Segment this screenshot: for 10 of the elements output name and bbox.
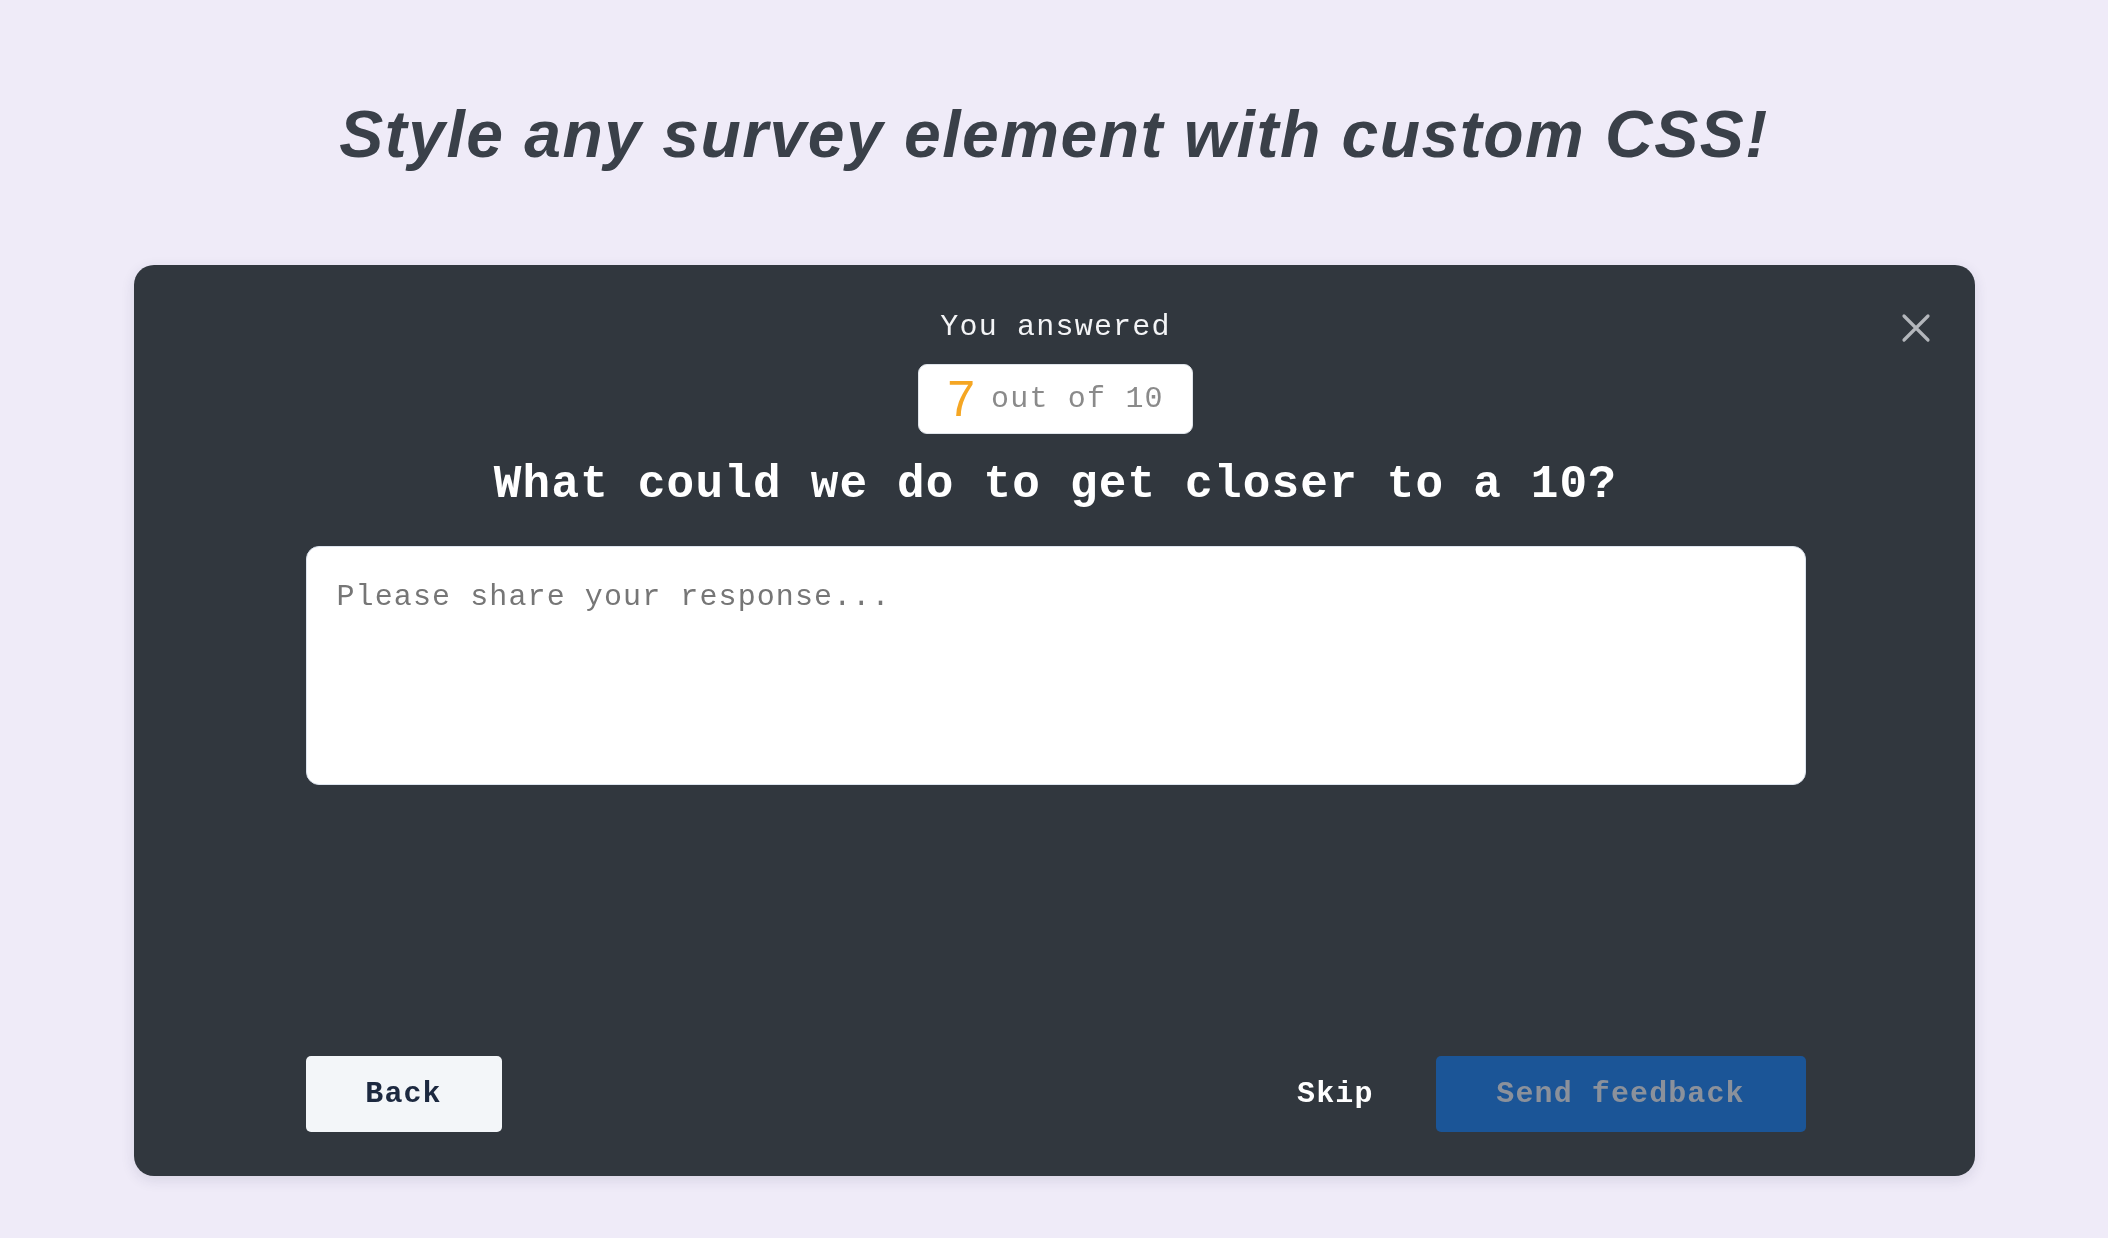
score-suffix: out of 10 — [991, 382, 1164, 416]
score-value: 7 — [947, 371, 975, 427]
close-button[interactable] — [1900, 313, 1931, 343]
close-icon — [1900, 313, 1931, 343]
back-button[interactable]: Back — [305, 1056, 502, 1132]
answered-label: You answered — [940, 309, 1171, 346]
skip-link[interactable]: Skip — [1297, 1077, 1374, 1111]
question-text: What could we do to get closer to a 10? — [493, 458, 1618, 513]
page-heading: Style any survey element with custom CSS! — [339, 96, 1769, 173]
response-field[interactable]: Please share your response... — [305, 546, 1806, 785]
